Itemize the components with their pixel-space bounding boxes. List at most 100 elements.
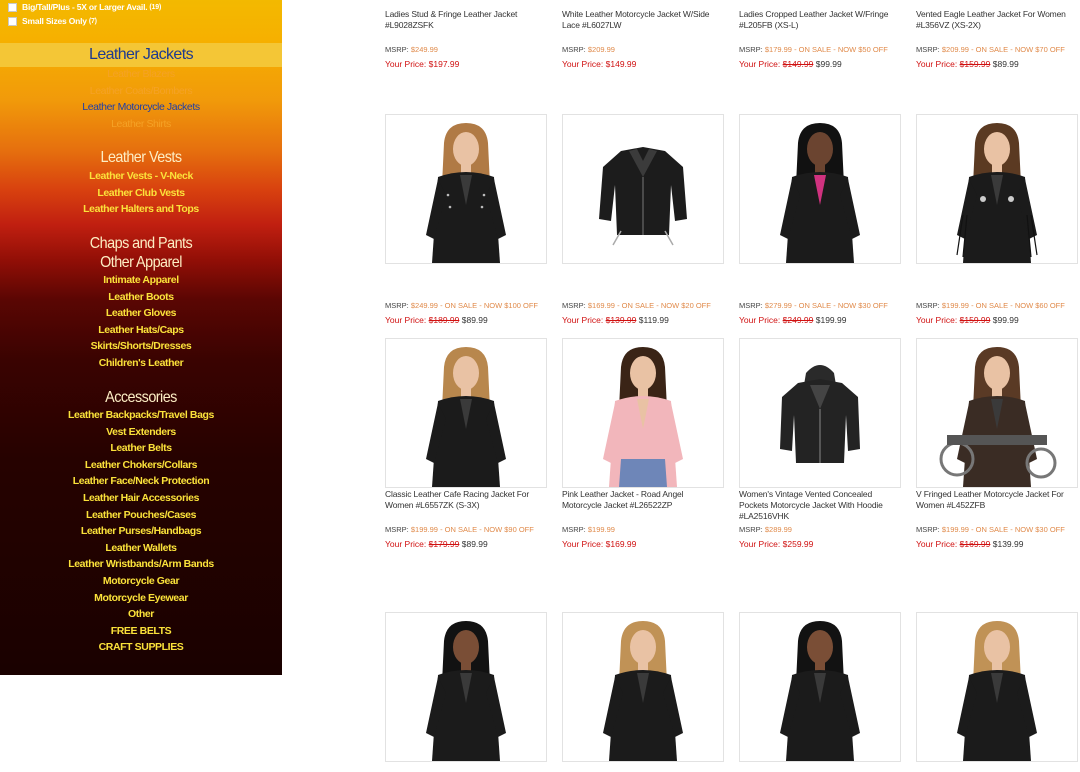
product-image[interactable] <box>739 338 901 488</box>
sidebar-link[interactable]: Leather Motorcycle Jackets <box>0 101 282 113</box>
sidebar-link[interactable]: CRAFT SUPPLIES <box>0 641 282 653</box>
sale-note: - ON SALE - NOW $90 OFF <box>437 525 534 534</box>
sidebar-link[interactable]: Leather Hair Accessories <box>0 492 282 504</box>
product-price: Your Price: $159.99 $99.99 <box>916 315 1019 325</box>
price-label: Your Price: <box>385 59 427 69</box>
product-price: Your Price: $259.99 <box>739 539 813 549</box>
product-card[interactable] <box>739 612 901 772</box>
product-image[interactable] <box>562 114 724 264</box>
sidebar-link[interactable]: Motorcycle Eyewear <box>0 592 282 604</box>
sidebar-link[interactable]: Leather Chokers/Collars <box>0 459 282 471</box>
sidebar-link[interactable]: Other <box>0 608 282 620</box>
sidebar-link[interactable]: Leather Blazers <box>0 68 282 80</box>
product-card[interactable]: White Leather Motorcycle Jacket W/Side L… <box>562 0 724 69</box>
product-image[interactable] <box>562 338 724 488</box>
product-card[interactable]: MSRP: $249.99 - ON SALE - NOW $100 OFF Yo… <box>385 114 547 325</box>
sidebar-link[interactable]: Leather Pouches/Cases <box>0 509 282 521</box>
sidebar-link[interactable]: Leather Coats/Bombers <box>0 85 282 97</box>
sidebar-link[interactable]: FREE BELTS <box>0 625 282 637</box>
product-image[interactable] <box>916 114 1078 264</box>
price-label: Your Price: <box>739 539 781 549</box>
product-name-link[interactable]: V Fringed Leather Motorcycle Jacket For … <box>916 489 1078 511</box>
sidebar-link[interactable]: Intimate Apparel <box>0 274 282 286</box>
product-image[interactable] <box>739 114 901 264</box>
product-card[interactable]: Ladies Stud & Fringe Leather Jacket #L90… <box>385 0 547 69</box>
filter-checkbox[interactable] <box>8 16 17 26</box>
sidebar-link[interactable]: Leather Halters and Tops <box>0 203 282 215</box>
sidebar-link[interactable]: Leather Boots <box>0 291 282 303</box>
product-image[interactable] <box>916 338 1078 488</box>
product-card[interactable]: MSRP: $279.99 - ON SALE - NOW $30 OFF You… <box>739 114 901 325</box>
sidebar-link[interactable]: Leather Vests - V-Neck <box>0 170 282 182</box>
product-image[interactable] <box>562 612 724 762</box>
product-image[interactable] <box>739 612 901 762</box>
product-card[interactable]: MSRP: $199.99 - ON SALE - NOW $60 OFF You… <box>916 114 1078 325</box>
msrp-value: $199.99 <box>410 525 438 534</box>
product-image[interactable] <box>385 612 547 762</box>
product-card[interactable] <box>562 612 724 772</box>
product-image[interactable] <box>385 114 547 264</box>
product-msrp: MSRP: $169.99 - ON SALE - NOW $20 OFF <box>562 301 711 310</box>
section-title-accessories[interactable]: Accessories <box>14 389 268 409</box>
product-card[interactable]: V Fringed Leather Motorcycle Jacket For … <box>916 338 1078 549</box>
sidebar-link[interactable]: Leather Shirts <box>0 118 282 130</box>
filter-option[interactable]: Small Sizes Only (7) <box>8 14 97 28</box>
sidebar-link[interactable]: Leather Face/Neck Protection <box>0 475 282 487</box>
sidebar-link[interactable]: Leather Wallets <box>0 542 282 554</box>
product-card[interactable]: Pink Leather Jacket - Road Angel Motorcy… <box>562 338 724 549</box>
was-price: $179.99 <box>428 539 460 549</box>
sidebar-link[interactable]: Leather Purses/Handbags <box>0 525 282 537</box>
section-title-chaps-and-pants[interactable]: Chaps and Pants <box>14 235 268 255</box>
product-name-link[interactable]: Women's Vintage Vented Concealed Pockets… <box>739 489 901 522</box>
product-name-link[interactable]: Vented Eagle Leather Jacket For Women #L… <box>916 9 1078 31</box>
sidebar-link[interactable]: Skirts/Shorts/Dresses <box>0 340 282 352</box>
sidebar-link[interactable]: Leather Gloves <box>0 307 282 319</box>
filter-checkbox[interactable] <box>8 2 17 12</box>
product-name-link[interactable]: Ladies Stud & Fringe Leather Jacket #L90… <box>385 9 547 31</box>
product-msrp: MSRP: $209.99 - ON SALE - NOW $70 OFF <box>916 45 1065 54</box>
product-price: Your Price: $249.99 $199.99 <box>739 315 846 325</box>
sidebar-link[interactable]: Leather Backpacks/Travel Bags <box>0 409 282 421</box>
msrp-value: $289.99 <box>764 525 792 534</box>
current-price: $99.99 <box>815 59 842 69</box>
msrp-label: MSRP: <box>916 525 940 534</box>
sale-note: - ON SALE - NOW $30 OFF <box>791 301 888 310</box>
product-msrp: MSRP: $249.99 - ON SALE - NOW $100 OFF <box>385 301 538 310</box>
product-name-link[interactable]: White Leather Motorcycle Jacket W/Side L… <box>562 9 724 31</box>
sidebar-link[interactable]: Leather Belts <box>0 442 282 454</box>
product-card[interactable] <box>385 612 547 772</box>
sidebar-link[interactable]: Motorcycle Gear <box>0 575 282 587</box>
product-image[interactable] <box>916 612 1078 762</box>
product-card[interactable]: MSRP: $169.99 - ON SALE - NOW $20 OFF You… <box>562 114 724 325</box>
filter-option[interactable]: Big/Tall/Plus - 5X or Larger Avail. (19) <box>8 0 161 14</box>
msrp-label: MSRP: <box>562 45 586 54</box>
section-title-leather-jackets[interactable]: Leather Jackets <box>0 43 282 67</box>
sidebar-link[interactable]: Leather Club Vests <box>0 187 282 199</box>
current-price: $197.99 <box>428 59 460 69</box>
product-msrp: MSRP: $279.99 - ON SALE - NOW $30 OFF <box>739 301 888 310</box>
section-title-other-apparel[interactable]: Other Apparel <box>14 254 268 274</box>
msrp-value: $209.99 <box>941 45 969 54</box>
product-name-link[interactable]: Ladies Cropped Leather Jacket W/Fringe #… <box>739 9 901 31</box>
product-card[interactable]: Ladies Cropped Leather Jacket W/Fringe #… <box>739 0 901 69</box>
sidebar-link[interactable]: Children's Leather <box>0 357 282 369</box>
sidebar-link[interactable]: Vest Extenders <box>0 426 282 438</box>
product-card[interactable] <box>916 612 1078 772</box>
sale-note: - ON SALE - NOW $30 OFF <box>968 525 1065 534</box>
sidebar-link[interactable]: Leather Wristbands/Arm Bands <box>0 558 282 570</box>
product-name-link[interactable]: Pink Leather Jacket - Road Angel Motorcy… <box>562 489 724 511</box>
sale-note: - ON SALE - NOW $60 OFF <box>968 301 1065 310</box>
filter-label: Big/Tall/Plus - 5X or Larger Avail. <box>22 2 148 12</box>
product-card[interactable]: Vented Eagle Leather Jacket For Women #L… <box>916 0 1078 69</box>
product-msrp: MSRP: $249.99 <box>385 45 438 54</box>
product-image[interactable] <box>385 338 547 488</box>
product-card[interactable]: Women's Vintage Vented Concealed Pockets… <box>739 338 901 549</box>
section-title-leather-vests[interactable]: Leather Vests <box>14 149 268 169</box>
product-price: Your Price: $149.99 <box>562 59 636 69</box>
was-price: $169.99 <box>959 539 991 549</box>
sidebar-link[interactable]: Leather Hats/Caps <box>0 324 282 336</box>
product-name-link[interactable]: Classic Leather Cafe Racing Jacket For W… <box>385 489 547 511</box>
price-label: Your Price: <box>739 59 781 69</box>
product-price: Your Price: $159.99 $89.99 <box>916 59 1019 69</box>
product-card[interactable]: Classic Leather Cafe Racing Jacket For W… <box>385 338 547 549</box>
